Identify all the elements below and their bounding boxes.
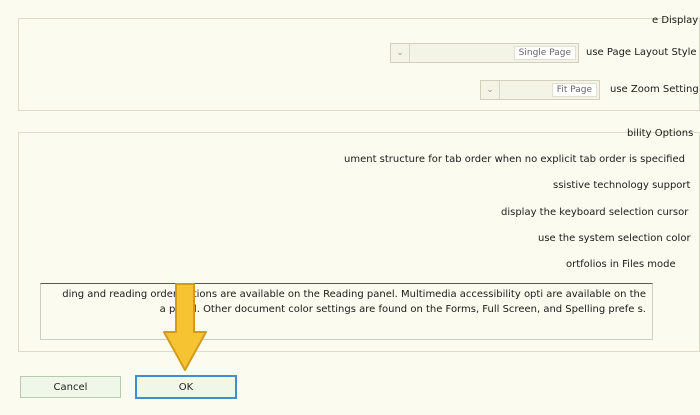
page-layout-label: use Page Layout Style: [586, 47, 697, 58]
accessibility-option-tab-order[interactable]: ument structure for tab order when no ex…: [344, 154, 685, 165]
down-arrow-icon: [163, 283, 207, 371]
chevron-down-icon: ⌄: [391, 44, 410, 62]
page-layout-select[interactable]: ⌄ Single Page: [390, 43, 579, 63]
page-layout-value: Single Page: [513, 46, 576, 60]
zoom-select[interactable]: ⌄ Fit Page: [480, 80, 600, 100]
accessibility-option-selection-color[interactable]: use the system selection color: [538, 233, 691, 244]
info-line-2: a panel. Other document color settings a…: [159, 304, 646, 315]
ok-button[interactable]: OK: [135, 375, 237, 399]
zoom-label: use Zoom Setting: [610, 84, 699, 95]
accessibility-info-box: ding and reading order options are avail…: [40, 283, 653, 340]
info-line-1: ding and reading order options are avail…: [62, 289, 646, 300]
cancel-button[interactable]: Cancel: [20, 376, 121, 398]
accessibility-option-assistive-tech[interactable]: ssistive technology support: [553, 180, 690, 191]
accessibility-option-portfolios[interactable]: ortfolios in Files mode: [566, 259, 676, 270]
page-display-group-title: e Display: [652, 15, 699, 26]
accessibility-group-title: bility Options: [627, 128, 694, 139]
chevron-down-icon: ⌄: [481, 81, 500, 99]
zoom-value: Fit Page: [551, 83, 597, 97]
accessibility-option-selection-cursor[interactable]: display the keyboard selection cursor: [501, 207, 688, 218]
